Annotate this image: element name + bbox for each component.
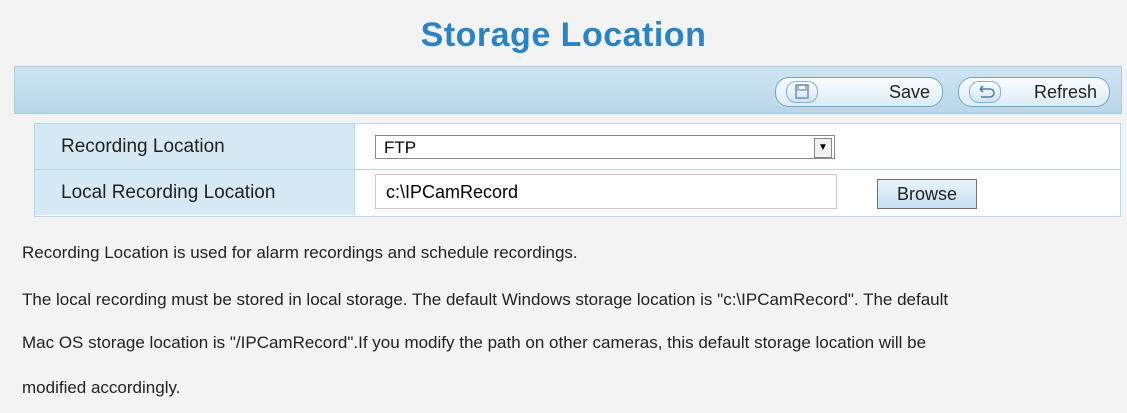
refresh-label: Refresh bbox=[1033, 82, 1097, 102]
local-recording-location-label: Local Recording Location bbox=[35, 170, 355, 215]
storage-form: Recording Location FTP ▼ Local Recording… bbox=[34, 123, 1121, 217]
chevron-down-icon[interactable]: ▼ bbox=[814, 138, 832, 158]
recording-location-label: Recording Location bbox=[35, 124, 355, 169]
description-line: Recording Location is used for alarm rec… bbox=[22, 243, 578, 262]
save-label: Save bbox=[888, 82, 930, 102]
local-path-input[interactable]: c:\IPCamRecord bbox=[375, 174, 837, 209]
save-button[interactable]: Save bbox=[775, 77, 943, 107]
description-line: modified accordingly. bbox=[22, 378, 181, 397]
refresh-arrow-icon bbox=[969, 81, 1001, 103]
floppy-disk-icon bbox=[786, 81, 818, 103]
recording-location-row: Recording Location FTP ▼ bbox=[35, 124, 1120, 170]
refresh-button[interactable]: Refresh bbox=[958, 77, 1110, 107]
recording-location-select[interactable]: FTP ▼ bbox=[375, 135, 835, 159]
toolbar: Save Refresh bbox=[14, 66, 1122, 114]
browse-button[interactable]: Browse bbox=[877, 179, 977, 209]
recording-location-value: FTP bbox=[384, 138, 417, 157]
page-title: Storage Location bbox=[0, 16, 1127, 55]
local-recording-location-row: Local Recording Location c:\IPCamRecord … bbox=[35, 170, 1120, 215]
description-line: Mac OS storage location is "/IPCamRecord… bbox=[22, 333, 927, 352]
description-line: The local recording must be stored in lo… bbox=[22, 290, 949, 309]
